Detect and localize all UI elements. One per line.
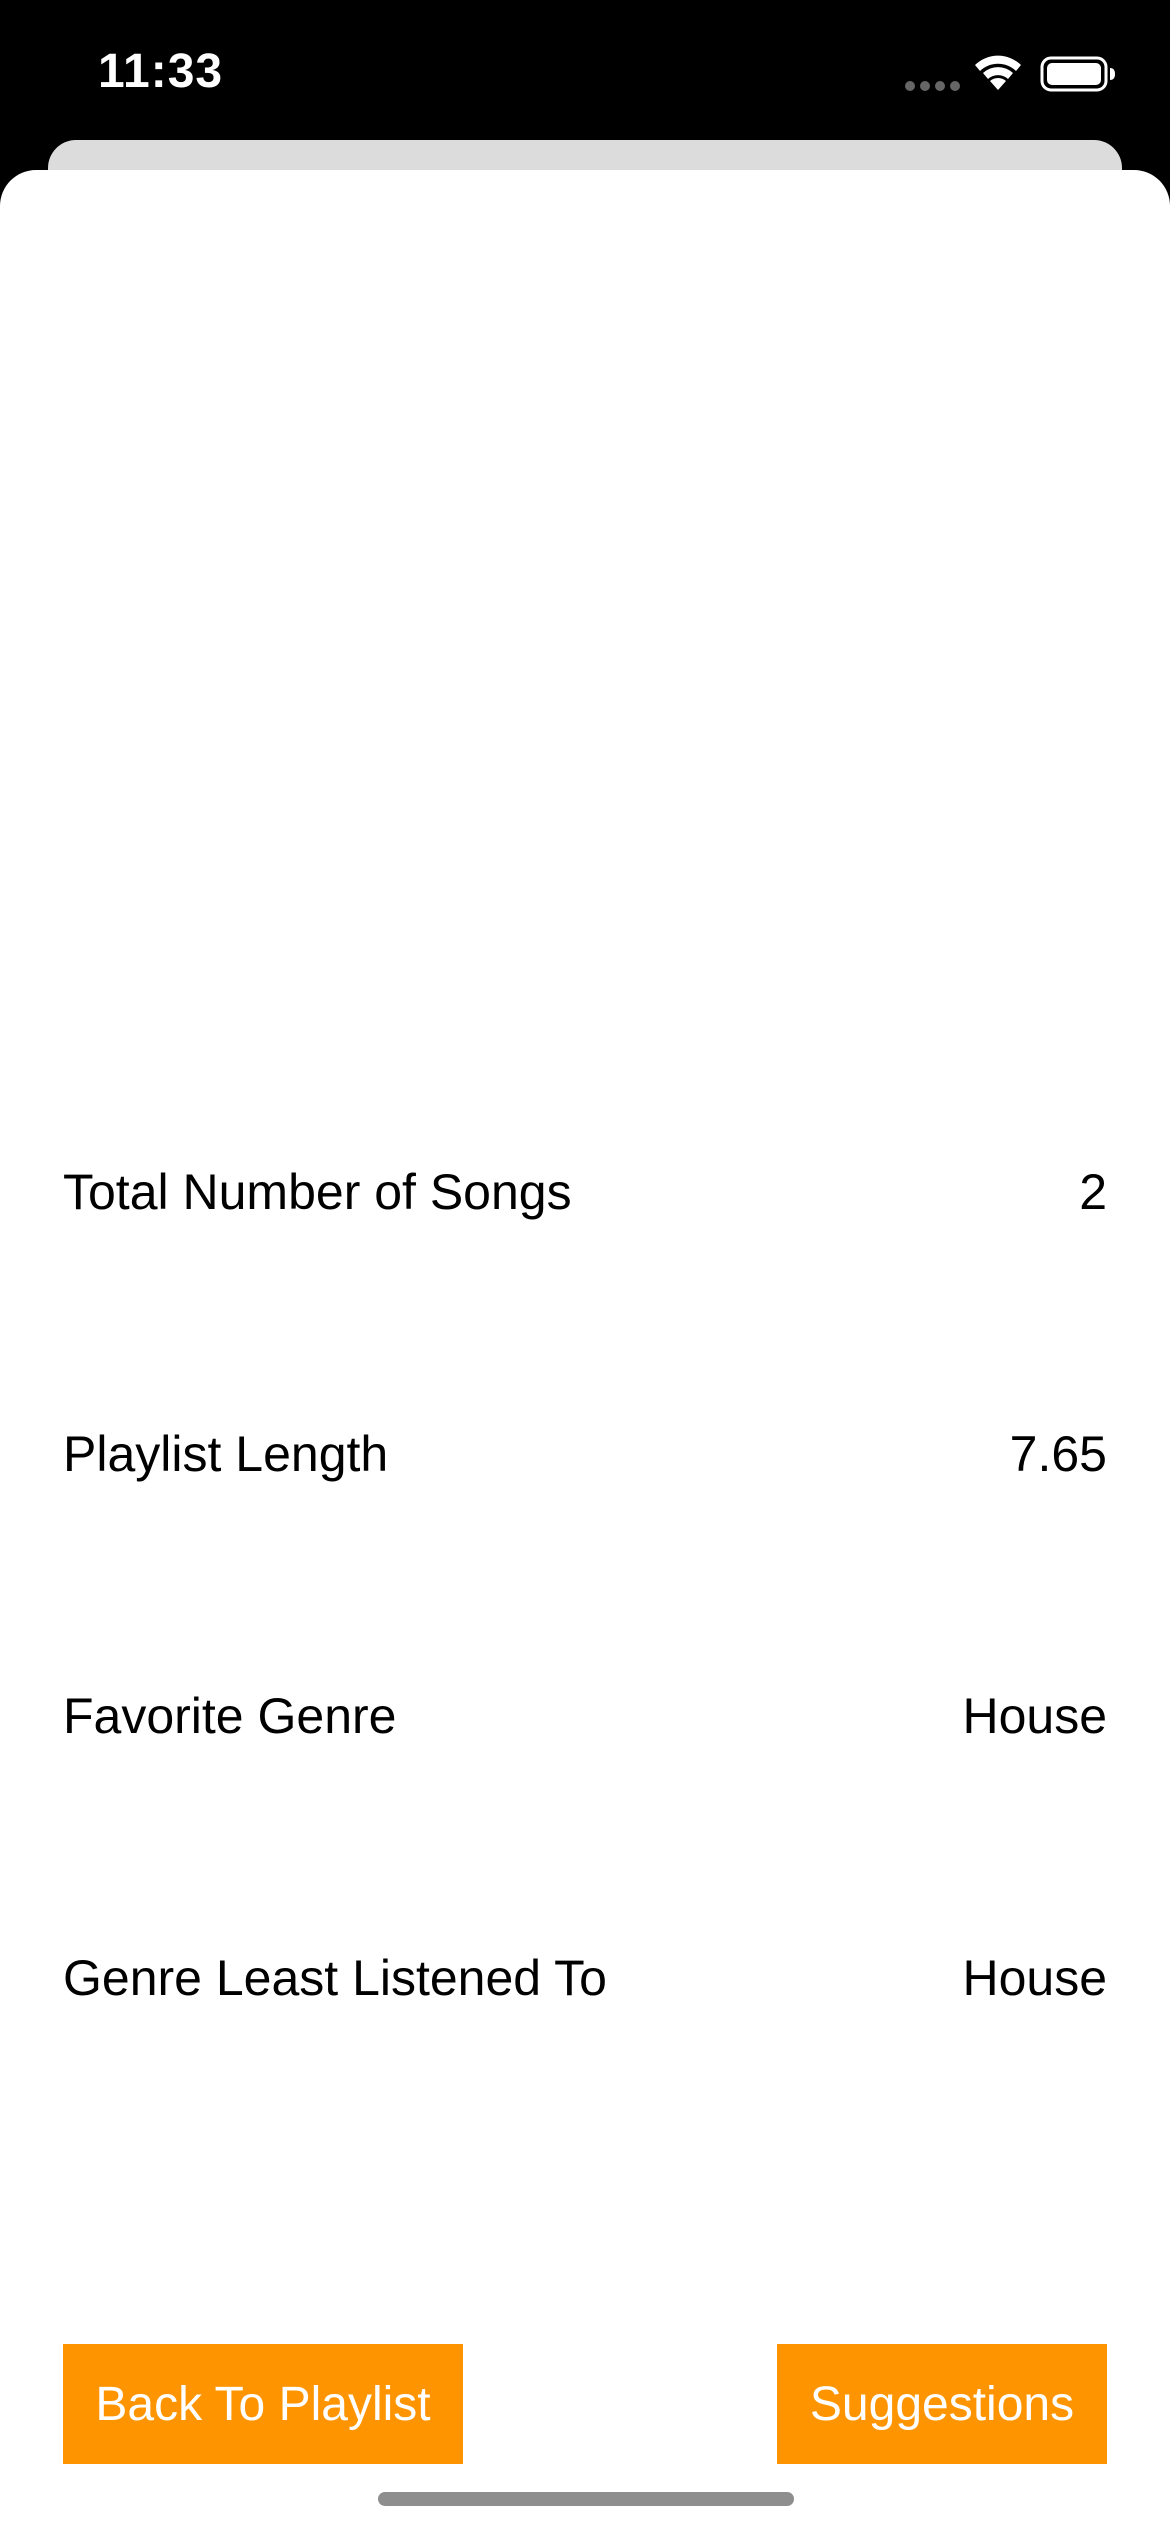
status-time: 11:33 [98, 45, 224, 98]
stat-row-playlist-length: Playlist Length 7.65 [63, 1414, 1107, 1494]
wifi-icon [975, 55, 1021, 90]
home-indicator[interactable] [378, 2492, 794, 2506]
stat-label: Total Number of Songs [63, 1164, 572, 1220]
back-to-playlist-button[interactable]: Back To Playlist [63, 2344, 463, 2464]
stat-row-least-genre: Genre Least Listened To House [63, 1938, 1107, 2018]
stat-label: Playlist Length [63, 1426, 389, 1482]
stats-sheet [0, 170, 1170, 2532]
stat-value: 2 [1079, 1164, 1107, 1220]
cellular-signal-icon [905, 81, 960, 91]
stat-value: 7.65 [1009, 1426, 1107, 1482]
stat-row-favorite-genre: Favorite Genre House [63, 1676, 1107, 1756]
status-bar: 11:33 [0, 0, 1170, 150]
stat-label: Genre Least Listened To [63, 1950, 607, 2006]
stat-row-total-songs: Total Number of Songs 2 [63, 1152, 1107, 1232]
stat-value: House [962, 1688, 1107, 1744]
stat-value: House [962, 1950, 1107, 2006]
suggestions-button[interactable]: Suggestions [777, 2344, 1107, 2464]
battery-icon [1040, 56, 1115, 92]
stat-label: Favorite Genre [63, 1688, 397, 1744]
